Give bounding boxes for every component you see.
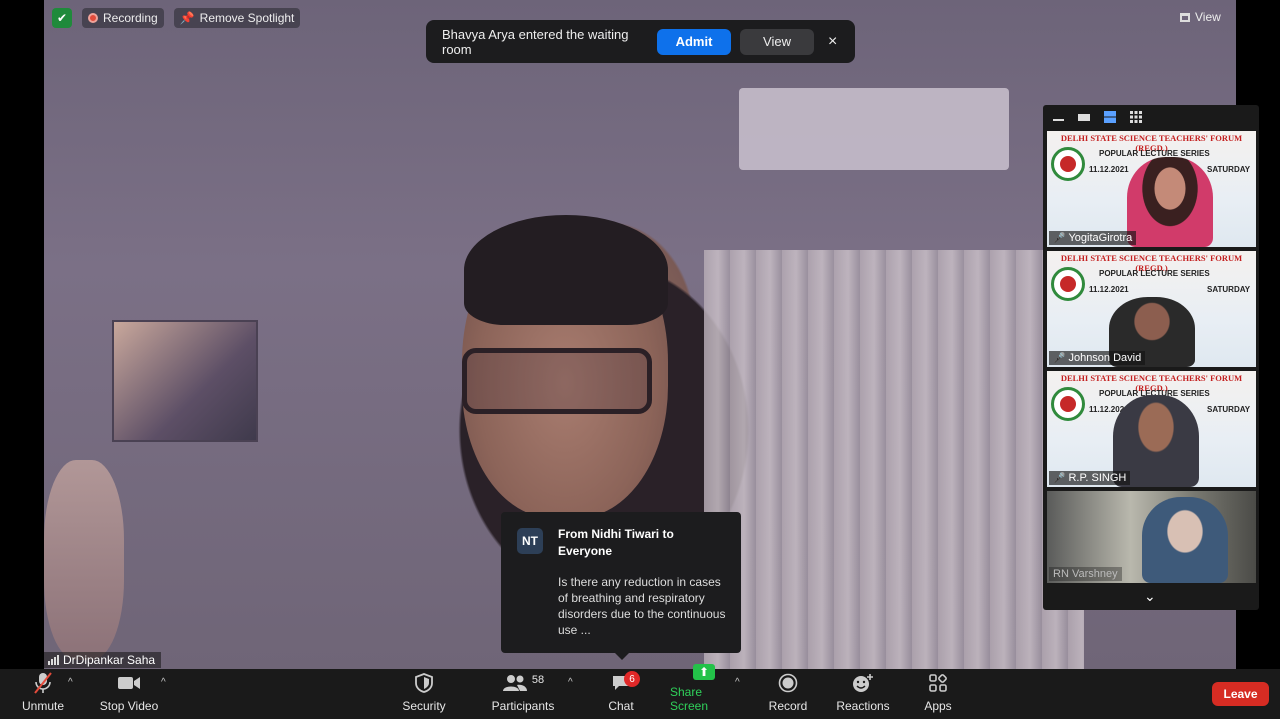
gallery-expand-chevron-icon[interactable]: ⌄ xyxy=(1144,588,1156,605)
video-options-caret-icon[interactable]: ^ xyxy=(161,677,166,688)
participants-options-caret-icon[interactable]: ^ xyxy=(568,677,573,688)
side-by-side-icon[interactable] xyxy=(1104,111,1116,123)
tile-series: POPULAR LECTURE SERIES xyxy=(1099,149,1210,158)
mic-muted-icon: 🎤 xyxy=(1053,472,1066,484)
chat-preview-popup[interactable]: NT From Nidhi Tiwari to Everyone Is ther… xyxy=(501,512,741,660)
speaker-hand xyxy=(44,460,124,660)
signal-strength-icon xyxy=(48,655,59,665)
apps-label: Apps xyxy=(924,699,952,713)
tile-series: POPULAR LECTURE SERIES xyxy=(1099,269,1210,278)
waiting-room-notification: Bhavya Arya entered the waiting room Adm… xyxy=(426,20,855,63)
leave-button[interactable]: Leave xyxy=(1212,682,1269,706)
record-button[interactable]: Record xyxy=(768,669,808,719)
chat-unread-badge: 6 xyxy=(624,671,640,687)
recording-dot-icon xyxy=(88,13,98,23)
pin-icon: 📌 xyxy=(179,11,195,25)
reactions-button[interactable]: Reactions xyxy=(836,669,890,719)
tile-day: SATURDAY xyxy=(1207,165,1251,174)
background-ac-unit xyxy=(739,88,1009,170)
record-label: Record xyxy=(768,699,808,713)
forum-logo-icon xyxy=(1051,387,1085,421)
share-screen-label: Share Screen xyxy=(670,685,709,713)
shield-icon xyxy=(415,672,433,694)
reactions-label: Reactions xyxy=(836,699,890,713)
tile-day: SATURDAY xyxy=(1207,285,1251,294)
participant-tile[interactable]: DELHI STATE SCIENCE TEACHERS' FORUM (REG… xyxy=(1047,131,1256,247)
gallery-grid-icon[interactable] xyxy=(1130,111,1142,123)
remove-spotlight-label: Remove Spotlight xyxy=(199,11,295,25)
recording-label: Recording xyxy=(103,11,158,25)
chat-label: Chat xyxy=(608,699,634,713)
apps-button[interactable]: Apps xyxy=(922,669,954,719)
share-screen-icon: ⬆ xyxy=(693,664,715,680)
participant-name: YogitaGirotra xyxy=(1068,232,1133,244)
stop-video-button[interactable]: Stop Video xyxy=(98,669,160,719)
meeting-toolbar: Unmute ^ Stop Video ^ Security 58 Partic… xyxy=(0,664,1280,719)
unmute-label: Unmute xyxy=(21,699,65,713)
tile-date: 11.12.2021 xyxy=(1089,285,1129,294)
hide-video-icon[interactable] xyxy=(1078,113,1090,121)
participant-name-label: RN Varshney xyxy=(1049,567,1122,581)
participant-tile[interactable]: RN Varshney xyxy=(1047,491,1256,583)
smiley-plus-icon xyxy=(852,672,874,694)
close-notification-icon[interactable]: × xyxy=(828,33,837,51)
view-waiting-room-button[interactable]: View xyxy=(740,28,814,55)
speaker-hair xyxy=(464,215,668,325)
video-camera-icon xyxy=(117,672,141,694)
tile-day: SATURDAY xyxy=(1207,405,1251,414)
remove-spotlight-button[interactable]: 📌 Remove Spotlight xyxy=(173,8,301,28)
participant-name: Johnson David xyxy=(1068,352,1142,364)
mic-muted-icon: 🎤 xyxy=(1053,352,1066,364)
tile-date: 11.12.2021 xyxy=(1089,165,1129,174)
participant-name-label: 🎤 YogitaGirotra xyxy=(1049,231,1137,245)
stop-video-label: Stop Video xyxy=(99,699,159,713)
gallery-view-controls xyxy=(1043,105,1259,129)
record-icon xyxy=(778,672,798,694)
security-shield-icon[interactable]: ✔ xyxy=(52,8,72,28)
participant-tile[interactable]: DELHI STATE SCIENCE TEACHERS' FORUM (REG… xyxy=(1047,251,1256,367)
waiting-room-message: Bhavya Arya entered the waiting room xyxy=(442,26,629,57)
participant-name-label: 🎤 Johnson David xyxy=(1049,351,1146,365)
audio-options-caret-icon[interactable]: ^ xyxy=(68,677,73,688)
gallery-strip: DELHI STATE SCIENCE TEACHERS' FORUM (REG… xyxy=(1043,105,1259,610)
minimize-icon[interactable] xyxy=(1053,119,1064,121)
participants-label: Participants xyxy=(491,699,555,713)
forum-logo-icon xyxy=(1051,267,1085,301)
chat-message-text: Is there any reduction in cases of breat… xyxy=(558,575,726,637)
meeting-status-bar: ✔ Recording 📌 Remove Spotlight xyxy=(52,8,301,28)
participants-count: 58 xyxy=(531,674,545,686)
mic-muted-icon: 🎤 xyxy=(1053,232,1066,244)
participants-icon: 58 xyxy=(502,672,544,694)
main-participant-name-label: DrDipankar Saha xyxy=(44,652,162,668)
view-menu-button[interactable]: View xyxy=(1180,10,1221,24)
participant-name: R.P. SINGH xyxy=(1068,472,1127,484)
background-poster xyxy=(112,320,258,442)
admit-button[interactable]: Admit xyxy=(657,28,731,55)
apps-icon xyxy=(929,672,947,694)
main-participant-name: DrDipankar Saha xyxy=(63,653,156,667)
chat-sender-avatar: NT xyxy=(517,528,543,554)
security-label: Security xyxy=(402,699,446,713)
unmute-button[interactable]: Unmute xyxy=(18,669,68,719)
recording-indicator[interactable]: Recording xyxy=(82,8,164,28)
participants-button[interactable]: 58 Participants xyxy=(490,669,556,719)
security-button[interactable]: Security xyxy=(400,669,448,719)
participant-name-label: 🎤 R.P. SINGH xyxy=(1049,471,1131,485)
view-layout-icon xyxy=(1180,12,1190,22)
participant-tile[interactable]: DELHI STATE SCIENCE TEACHERS' FORUM (REG… xyxy=(1047,371,1256,487)
participant-video xyxy=(1142,497,1228,583)
forum-logo-icon xyxy=(1051,147,1085,181)
speaker-glasses xyxy=(462,348,652,414)
share-screen-button[interactable]: ⬆ Share Screen xyxy=(670,664,738,719)
participant-video xyxy=(1127,157,1213,247)
participant-name: RN Varshney xyxy=(1053,568,1118,580)
chat-sender-line: From Nidhi Tiwari to Everyone xyxy=(558,527,674,558)
share-options-caret-icon[interactable]: ^ xyxy=(735,677,740,688)
mic-muted-icon xyxy=(34,672,52,694)
view-label: View xyxy=(1195,10,1221,24)
background-curtain xyxy=(704,250,1084,669)
